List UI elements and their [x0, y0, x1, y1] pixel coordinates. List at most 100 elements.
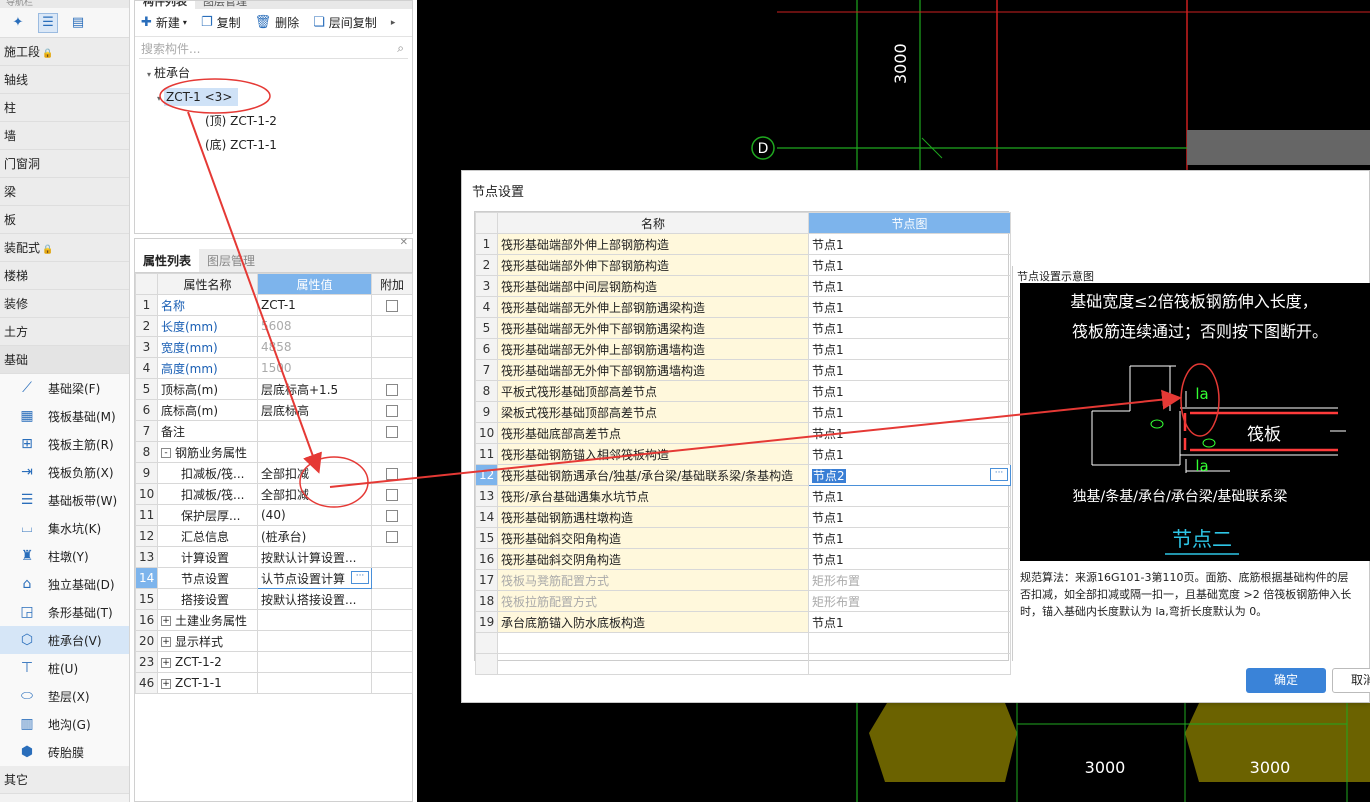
- nav-item-slab-band[interactable]: ☰ 基础板带(W): [0, 486, 129, 514]
- node-value[interactable]: 节点1: [808, 233, 1011, 255]
- node-value[interactable]: 节点1: [808, 422, 1011, 444]
- property-row[interactable]: 12 汇总信息 (桩承台): [135, 525, 413, 547]
- delete-button[interactable]: 🗑 删除: [255, 14, 300, 31]
- node-row[interactable]: 12 筏形基础钢筋遇承台/独基/承台梁/基础联系梁/条基构造 节点2 ···: [475, 464, 1011, 486]
- extra-checkbox[interactable]: [386, 488, 398, 501]
- node-value[interactable]: 节点1: [808, 443, 1011, 465]
- close-icon[interactable]: ✕: [400, 237, 408, 248]
- nav-cat-item[interactable]: 板: [0, 206, 129, 234]
- property-value[interactable]: (40): [257, 504, 372, 526]
- extra-checkbox[interactable]: [386, 383, 398, 396]
- nav-item-main-rebar[interactable]: ⊞ 筏板主筋(R): [0, 430, 129, 458]
- property-row[interactable]: 9 扣减板/筏... 全部扣减: [135, 462, 413, 484]
- property-row[interactable]: 3 宽度(mm) 4858: [135, 336, 413, 358]
- node-row[interactable]: 13 筏形/承台基础遇集水坑节点 节点1: [475, 485, 1011, 507]
- property-value[interactable]: ZCT-1: [257, 294, 372, 316]
- node-value[interactable]: 节点1: [808, 527, 1011, 549]
- tree-item[interactable]: (顶) ZCT-1-2: [135, 109, 412, 133]
- node-row[interactable]: 1 筏形基础端部外伸上部钢筋构造 节点1: [475, 233, 1011, 255]
- more-options-button[interactable]: ···: [351, 571, 369, 584]
- property-value[interactable]: [257, 672, 372, 694]
- tree-item[interactable]: (底) ZCT-1-1: [135, 133, 412, 157]
- node-value[interactable]: 节点1: [808, 380, 1011, 402]
- property-row[interactable]: 5 顶标高(m) 层底标高+1.5: [135, 378, 413, 400]
- expand-icon[interactable]: +: [161, 678, 171, 689]
- copy-button[interactable]: ❐ 复制: [201, 14, 241, 31]
- node-row[interactable]: 8 平板式筏形基础顶部高差节点 节点1: [475, 380, 1011, 402]
- extra-checkbox[interactable]: [386, 299, 398, 312]
- extra-checkbox[interactable]: [386, 530, 398, 543]
- node-row[interactable]: 17 筏板马凳筋配置方式 矩形布置: [475, 569, 1011, 591]
- nav-item-isolated-footing[interactable]: ⌂ 独立基础(D): [0, 570, 129, 598]
- property-value[interactable]: (桩承台): [257, 525, 372, 547]
- tab-property-list[interactable]: 属性列表: [135, 249, 200, 272]
- property-row[interactable]: 20 + 显示样式: [135, 630, 413, 652]
- node-row[interactable]: 2 筏形基础端部外伸下部钢筋构造 节点1: [475, 254, 1011, 276]
- nav-item-column-pier[interactable]: ♜ 柱墩(Y): [0, 542, 129, 570]
- tab-layer-manage[interactable]: 图层管理: [199, 249, 263, 272]
- property-row[interactable]: 4 高度(mm) 1500: [135, 357, 413, 379]
- nav-item-brick-mould[interactable]: ⬢ 砖胎膜: [0, 738, 129, 766]
- property-value[interactable]: [257, 420, 372, 442]
- nav-cat-item[interactable]: 楼梯: [0, 262, 129, 290]
- nav-item-raft[interactable]: ▦ 筏板基础(M): [0, 402, 129, 430]
- nav-item-pile-cap[interactable]: ⬡ 桩承台(V): [0, 626, 129, 654]
- node-row[interactable]: 5 筏形基础端部无外伸下部钢筋遇梁构造 节点1: [475, 317, 1011, 339]
- property-row[interactable]: 16 + 土建业务属性: [135, 609, 413, 631]
- nav-item-cushion[interactable]: ⬭ 垫层(X): [0, 682, 129, 710]
- nav-item-pile[interactable]: ⊤ 桩(U): [0, 654, 129, 682]
- property-value[interactable]: 5608: [257, 315, 372, 337]
- property-value[interactable]: 按默认搭接设置...: [257, 588, 372, 610]
- node-value[interactable]: 矩形布置: [808, 569, 1011, 591]
- node-row[interactable]: 9 梁板式筏形基础顶部高差节点 节点1: [475, 401, 1011, 423]
- property-row[interactable]: 1 名称 ZCT-1: [135, 294, 413, 316]
- node-value[interactable]: 节点1: [808, 275, 1011, 297]
- nav-cat-item[interactable]: 梁: [0, 178, 129, 206]
- node-value[interactable]: 矩形布置: [808, 590, 1011, 612]
- nav-cat-item[interactable]: 轴线: [0, 66, 129, 94]
- nav-cat-other[interactable]: 其它: [0, 766, 129, 794]
- nav-cat-item[interactable]: 土方: [0, 318, 129, 346]
- detail-view-icon[interactable]: ▤: [68, 13, 88, 33]
- tab-layer-manage[interactable]: 图层管理: [195, 1, 255, 9]
- property-row[interactable]: 2 长度(mm) 5608: [135, 315, 413, 337]
- floor-copy-button[interactable]: ❏ 层间复制: [313, 14, 377, 31]
- nav-cat-item[interactable]: 基础: [0, 346, 129, 374]
- property-row[interactable]: 7 备注: [135, 420, 413, 442]
- nav-cat-item[interactable]: 装配式 🔒: [0, 234, 129, 262]
- property-row[interactable]: 11 保护层厚... (40): [135, 504, 413, 526]
- nav-cat-item[interactable]: 门窗洞: [0, 150, 129, 178]
- node-value[interactable]: 节点1: [808, 317, 1011, 339]
- property-row[interactable]: 13 计算设置 按默认计算设置...: [135, 546, 413, 568]
- expand-icon[interactable]: +: [161, 657, 171, 668]
- component-search-input[interactable]: 搜索构件... ⌕: [139, 39, 408, 59]
- property-value[interactable]: 按默认计算设置...: [257, 546, 372, 568]
- collapse-icon[interactable]: -: [161, 448, 171, 458]
- property-row[interactable]: 46 + ZCT-1-1: [135, 672, 413, 694]
- cancel-button[interactable]: 取消: [1332, 668, 1370, 693]
- node-value[interactable]: 节点1: [808, 611, 1011, 633]
- node-value[interactable]: 节点1: [808, 485, 1011, 507]
- node-value[interactable]: 节点1: [808, 359, 1011, 381]
- node-value[interactable]: 节点1: [808, 296, 1011, 318]
- tab-component-list[interactable]: 构件列表: [135, 1, 195, 9]
- node-value[interactable]: 节点1: [808, 254, 1011, 276]
- nav-cat-item[interactable]: 施工段 🔒: [0, 38, 129, 66]
- more-icon[interactable]: ▸: [391, 18, 396, 28]
- ok-button[interactable]: 确定: [1246, 668, 1326, 693]
- node-row[interactable]: 14 筏形基础钢筋遇柱墩构造 节点1: [475, 506, 1011, 528]
- node-row[interactable]: 4 筏形基础端部无外伸上部钢筋遇梁构造 节点1: [475, 296, 1011, 318]
- property-value[interactable]: [257, 441, 372, 463]
- property-value[interactable]: 认节点设置计算 ···: [257, 567, 372, 589]
- property-value[interactable]: 1500: [257, 357, 372, 379]
- node-row[interactable]: 10 筏形基础底部高差节点 节点1: [475, 422, 1011, 444]
- new-button[interactable]: ✚ 新建 ▾: [141, 14, 187, 31]
- property-value[interactable]: 全部扣减: [257, 462, 372, 484]
- list-view-icon[interactable]: ☰: [38, 12, 58, 33]
- more-options-button[interactable]: ···: [990, 468, 1008, 481]
- node-row[interactable]: 6 筏形基础端部无外伸上部钢筋遇墙构造 节点1: [475, 338, 1011, 360]
- property-value[interactable]: 4858: [257, 336, 372, 358]
- expand-icon[interactable]: +: [161, 616, 171, 626]
- extra-checkbox[interactable]: [386, 425, 398, 438]
- property-row[interactable]: 10 扣减板/筏... 全部扣减: [135, 483, 413, 505]
